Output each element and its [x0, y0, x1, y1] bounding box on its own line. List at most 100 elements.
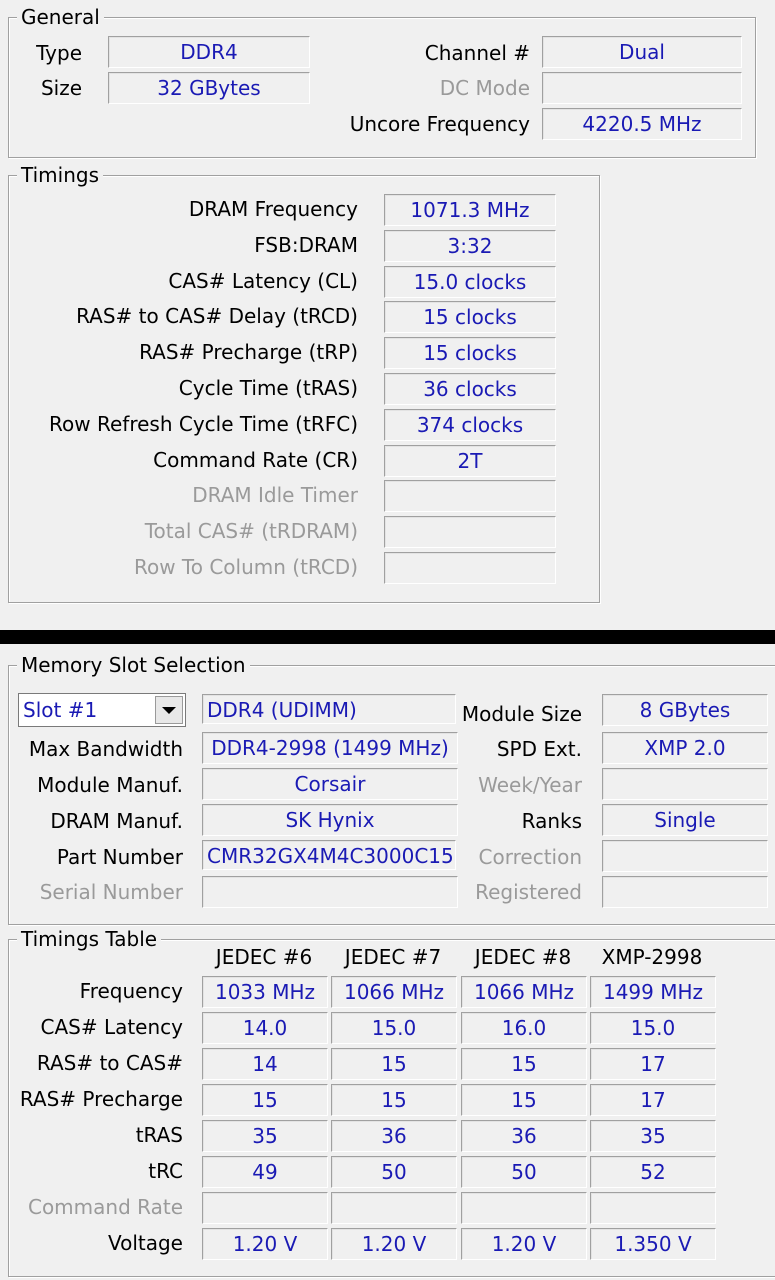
- registered-label: Registered: [475, 880, 582, 904]
- correction-field: [602, 840, 768, 872]
- timings-table-cell: 1.20 V: [461, 1228, 587, 1260]
- timings-table-cell: 17: [590, 1048, 716, 1080]
- max-bandwidth-label: Max Bandwidth: [28, 737, 183, 761]
- dc-mode-label: DC Mode: [439, 76, 530, 100]
- type-value-field: DDR4: [108, 36, 310, 68]
- timings-table-cell: 1.20 V: [331, 1228, 457, 1260]
- timings-table-cell: 15.0: [331, 1012, 457, 1044]
- spd-ext-field: XMP 2.0: [602, 732, 768, 764]
- serial-number-label: Serial Number: [39, 880, 183, 904]
- size-label: Size: [40, 76, 82, 100]
- timing-value-field: [384, 516, 556, 549]
- timing-value-field: 15 clocks: [384, 337, 556, 370]
- timings-table-cell: 52: [590, 1156, 716, 1188]
- timing-value-field: [384, 552, 556, 584]
- timings-table-cell: 1.350 V: [590, 1228, 716, 1260]
- channel-label: Channel #: [424, 41, 530, 65]
- channel-value-field: Dual: [542, 36, 742, 68]
- timings-table-cell: 36: [461, 1120, 587, 1152]
- chevron-down-icon[interactable]: [155, 696, 183, 724]
- dc-mode-value-field: [542, 72, 742, 104]
- timing-value-field: 36 clocks: [384, 373, 556, 405]
- timings-table-row-label: RAS# Precharge: [19, 1087, 183, 1111]
- timing-label: Command Rate (CR): [153, 447, 358, 472]
- timings-table-cell: 1033 MHz: [202, 976, 328, 1008]
- type-label: Type: [36, 41, 82, 65]
- spd-tab-panel: Memory Slot Selection Slot #1 DDR4 (UDIM…: [0, 644, 775, 1280]
- timings-table-cell: 1066 MHz: [331, 976, 457, 1008]
- timing-label: RAS# Precharge (tRP): [139, 340, 358, 365]
- timing-value-field: 374 clocks: [384, 408, 556, 441]
- timing-value-field: [384, 480, 556, 513]
- timings-table-cell: 15: [331, 1048, 457, 1080]
- timing-label: CAS# Latency (CL): [168, 268, 358, 293]
- timings-table-cell: 49: [202, 1156, 328, 1188]
- timing-value-field: 2T: [384, 444, 556, 477]
- part-number-label: Part Number: [56, 845, 183, 869]
- timing-label: FSB:DRAM: [254, 232, 358, 257]
- uncore-frequency-value-field: 4220.5 MHz: [542, 108, 742, 140]
- timings-table-row-label: tRC: [148, 1159, 183, 1183]
- timings-table-cell: 15.0: [590, 1012, 716, 1044]
- timing-label: Total CAS# (tRDRAM): [144, 519, 358, 544]
- part-number-field: CMR32GX4M4C3000C15: [202, 840, 456, 870]
- timings-table-cell: 35: [202, 1120, 328, 1152]
- module-type-field: DDR4 (UDIMM): [202, 694, 456, 724]
- dram-manuf-label: DRAM Manuf.: [50, 809, 183, 833]
- timings-table-title: Timings Table: [17, 926, 162, 952]
- timing-value-field: 15 clocks: [384, 301, 556, 334]
- timings-table-cell: 15: [202, 1084, 328, 1116]
- timings-table-cell: 17: [590, 1084, 716, 1116]
- slot-selector-dropdown[interactable]: Slot #1: [18, 693, 186, 727]
- timings-table-cell: 14: [202, 1048, 328, 1080]
- timings-table-column-header: JEDEC #6: [215, 945, 313, 969]
- memory-tab-panel: General Type DDR4 Size 32 GBytes Channel…: [0, 0, 775, 636]
- timings-table-cell: 16.0: [461, 1012, 587, 1044]
- timings-table-column-header: XMP-2998: [601, 945, 703, 969]
- timing-value-field: 15.0 clocks: [384, 265, 556, 298]
- timings-table-cell: 1066 MHz: [461, 976, 587, 1008]
- timings-table-cell: 15: [461, 1084, 587, 1116]
- week-year-label: Week/Year: [478, 773, 582, 797]
- timings-table-cell: [202, 1192, 328, 1224]
- ranks-field: Single: [602, 804, 768, 836]
- slot-selector-value: Slot #1: [23, 698, 98, 722]
- timings-table-cell: 1.20 V: [202, 1228, 328, 1260]
- timings-table-cell: 1499 MHz: [590, 976, 716, 1008]
- general-group-title: General: [17, 4, 104, 30]
- timing-label: DRAM Frequency: [188, 197, 358, 221]
- dram-manuf-field: SK Hynix: [202, 804, 458, 836]
- ranks-label: Ranks: [521, 809, 582, 833]
- timings-table-column-header: JEDEC #8: [474, 945, 572, 969]
- panel-separator: [0, 630, 775, 644]
- timings-table-cell: 15: [461, 1048, 587, 1080]
- memory-slot-selection-title: Memory Slot Selection: [17, 652, 250, 678]
- max-bandwidth-field: DDR4-2998 (1499 MHz): [202, 732, 458, 764]
- spd-ext-label: SPD Ext.: [496, 737, 582, 761]
- timing-label: RAS# to CAS# Delay (tRCD): [76, 304, 358, 329]
- timings-table-cell: [331, 1192, 457, 1224]
- timings-table-cell: 14.0: [202, 1012, 328, 1044]
- timings-table-cell: 50: [331, 1156, 457, 1188]
- timings-table-cell: [590, 1192, 716, 1224]
- timings-table-cell: 36: [331, 1120, 457, 1152]
- timings-group-title: Timings: [17, 162, 103, 188]
- timings-table-cell: 15: [331, 1084, 457, 1116]
- serial-number-field: [202, 876, 458, 908]
- uncore-frequency-label: Uncore Frequency: [349, 112, 530, 136]
- module-manuf-label: Module Manuf.: [37, 773, 183, 797]
- module-size-label: Module Size: [461, 702, 582, 726]
- timings-table-column-header: JEDEC #7: [344, 945, 442, 969]
- timing-label: Row Refresh Cycle Time (tRFC): [49, 411, 358, 436]
- timings-table-cell: [461, 1192, 587, 1224]
- correction-label: Correction: [478, 845, 582, 869]
- registered-field: [602, 876, 768, 908]
- timings-table-row-label: tRAS: [135, 1123, 183, 1147]
- timing-label: Row To Column (tRCD): [133, 555, 358, 579]
- timing-value-field: 1071.3 MHz: [384, 194, 556, 226]
- timings-table-row-label: RAS# to CAS#: [36, 1051, 183, 1075]
- module-size-field: 8 GBytes: [602, 694, 768, 726]
- timing-label: Cycle Time (tRAS): [178, 376, 358, 400]
- timings-table-cell: 50: [461, 1156, 587, 1188]
- timings-table-cell: 35: [590, 1120, 716, 1152]
